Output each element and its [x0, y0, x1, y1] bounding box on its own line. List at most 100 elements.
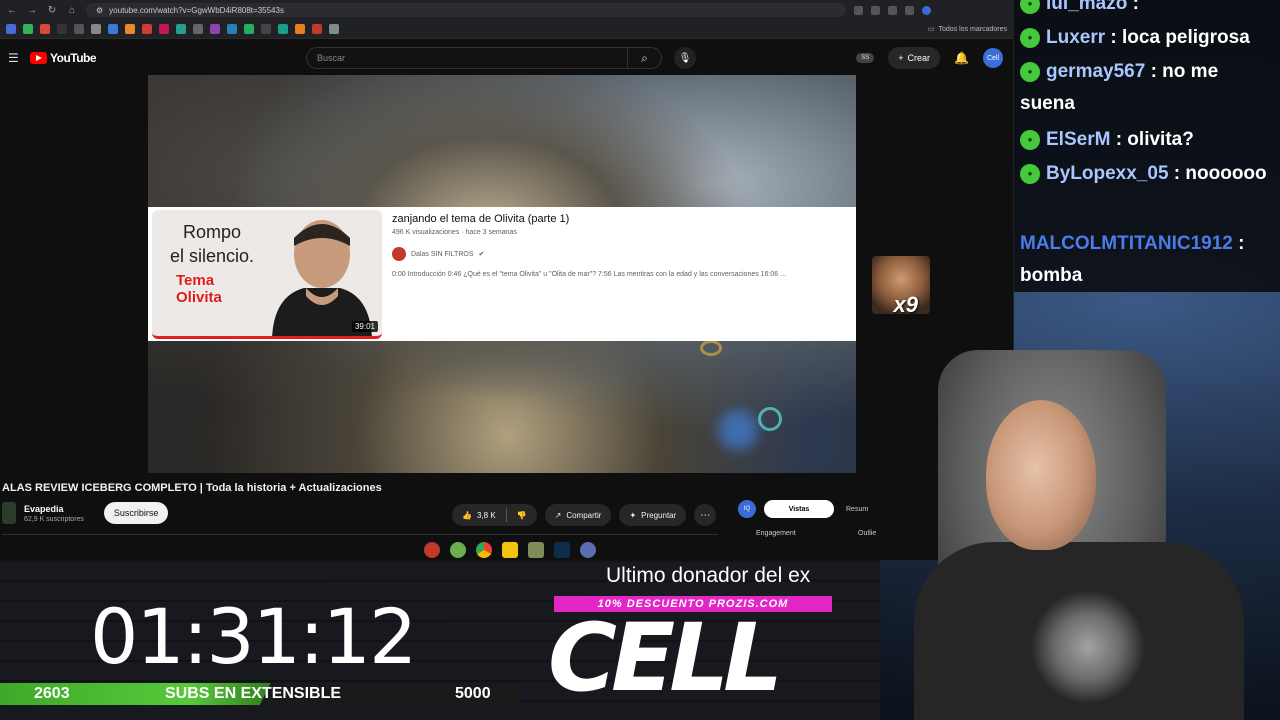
address-bar[interactable]: ⚙ youtube.com/watch?v=GgwWbD4iR808t=3554…: [86, 3, 846, 17]
all-bookmarks-folder[interactable]: ▭ Todos los marcadores: [928, 25, 1007, 34]
bookmark-star-icon[interactable]: [888, 5, 897, 15]
notifications-bell-icon[interactable]: 🔔: [954, 51, 969, 65]
youtube-logo[interactable]: YouTube: [30, 51, 97, 65]
app-icon[interactable]: [580, 542, 596, 558]
bookmark-icon[interactable]: [23, 24, 33, 34]
more-actions-icon[interactable]: ⋯: [694, 504, 717, 526]
iq-badge[interactable]: IQ: [738, 500, 756, 518]
video-card-overlay[interactable]: Rompo el silencio. Tema Olivita 39:01 za…: [148, 207, 856, 341]
channel-avatar: [392, 247, 406, 261]
search-box: ⌕: [306, 47, 662, 69]
youtube-logo-text: YouTube: [50, 51, 97, 65]
channel-avatar[interactable]: [2, 502, 16, 524]
bookmark-icon[interactable]: [244, 24, 254, 34]
chat-username[interactable]: Luxerr: [1046, 27, 1105, 48]
tab-vistas[interactable]: Vistas: [764, 500, 834, 518]
panel-tabs: Vistas Resum: [764, 500, 880, 518]
bookmark-icon[interactable]: [329, 24, 339, 34]
card-channel-name: Dalas SIN FILTROS: [411, 250, 474, 258]
subs-label: SUBS EN EXTENSIBLE: [165, 685, 342, 702]
app-icon[interactable]: [424, 542, 440, 558]
chat-message: ● lul_mazo :: [1020, 0, 1278, 20]
sparkle-icon: ✦: [629, 510, 637, 520]
bookmark-icon[interactable]: [193, 24, 203, 34]
verified-icon: ✔: [478, 251, 485, 258]
chat-username[interactable]: germay567: [1046, 61, 1145, 82]
channel-subscribers: 62,9 K suscriptores: [24, 515, 84, 523]
bookmark-icon[interactable]: [227, 24, 237, 34]
dislike-icon[interactable]: 👎: [517, 511, 527, 520]
microphone-icon[interactable]: 🎙: [674, 47, 696, 69]
like-icon[interactable]: 👍: [462, 511, 472, 520]
extension-icon[interactable]: [905, 5, 914, 15]
plus-icon: +: [898, 53, 904, 63]
last-donor-ticker: Ultimo donador del ex: [606, 564, 811, 587]
channel-row: Evapedia 62,9 K suscriptores Suscribirse: [2, 502, 169, 524]
chat-username[interactable]: ByLopexx_05: [1046, 163, 1169, 184]
search-icon[interactable]: ⌕: [627, 48, 661, 68]
app-icon[interactable]: [450, 542, 466, 558]
video-player[interactable]: Rompo el silencio. Tema Olivita 39:01 za…: [148, 75, 856, 473]
back-icon[interactable]: ←: [6, 5, 18, 16]
chat-username[interactable]: lul_mazo: [1046, 0, 1127, 14]
chat-username[interactable]: MALCOLMTITANIC1912: [1020, 233, 1233, 254]
chat-username[interactable]: ElSerM: [1046, 129, 1110, 150]
card-meta: 496 K visualizaciones · hace 3 semanas: [392, 229, 517, 236]
chat-text: : loca peligrosa: [1105, 27, 1250, 48]
bookmark-icon[interactable]: [312, 24, 322, 34]
forward-icon[interactable]: →: [26, 5, 38, 16]
chat-text: :: [1127, 0, 1139, 14]
bookmark-icon[interactable]: [295, 24, 305, 34]
stream-frame: ← → ↻ ⌂ ⚙ youtube.com/watch?v=GgwWbD4iR8…: [0, 0, 1280, 720]
bookmark-icon[interactable]: [159, 24, 169, 34]
card-title[interactable]: zanjando el tema de Olivita (parte 1): [392, 213, 569, 225]
card-channel[interactable]: Dalas SIN FILTROS ✔: [392, 247, 484, 261]
share-icon: ↗: [554, 510, 562, 520]
bookmark-icon[interactable]: [125, 24, 135, 34]
chrome-icon[interactable]: [476, 542, 492, 558]
bookmark-icon[interactable]: [6, 24, 16, 34]
ask-button[interactable]: ✦ Preguntar: [619, 504, 687, 526]
account-avatar[interactable]: Cell: [983, 48, 1003, 68]
channel-name[interactable]: Evapedia: [24, 504, 84, 514]
share-button[interactable]: ↗ Compartir: [544, 504, 612, 526]
card-thumbnail[interactable]: Rompo el silencio. Tema Olivita 39:01: [152, 210, 382, 339]
site-info-icon[interactable]: ⚙: [96, 6, 103, 15]
profile-icon[interactable]: [922, 5, 931, 15]
video-blur-ring: [700, 340, 722, 356]
like-count[interactable]: 3,8 K: [477, 511, 496, 520]
outlier-label: Outlie: [858, 530, 877, 537]
bookmark-icon[interactable]: [108, 24, 118, 34]
reload-icon[interactable]: ↻: [46, 5, 58, 16]
create-button[interactable]: + Crear: [888, 47, 941, 69]
chat-panel: ● lul_mazo : ● Luxerr : loca peligrosa ● germ…: [1014, 0, 1280, 292]
video-blur-light: [718, 410, 758, 450]
tab-resumen[interactable]: Resum: [838, 500, 876, 518]
youtube-header: ☰ YouTube ⌕ 🎙 SS + Crear 🔔 Cell: [0, 39, 1013, 77]
all-bookmarks-label: Todos los marcadores: [938, 25, 1007, 33]
divider: [2, 534, 718, 535]
bookmark-icon[interactable]: [142, 24, 152, 34]
divider: [505, 508, 507, 522]
home-icon[interactable]: ⌂: [66, 5, 78, 16]
bookmark-icon[interactable]: [261, 24, 271, 34]
menu-icon[interactable]: ☰: [8, 51, 19, 65]
bookmark-icon[interactable]: [57, 24, 67, 34]
extension-icon[interactable]: [871, 5, 880, 15]
chat-badge-icon: ●: [1020, 163, 1040, 184]
subscribe-button[interactable]: Suscribirse: [103, 502, 169, 524]
bookmark-icon[interactable]: [176, 24, 186, 34]
thumbnail-text-line1: Rompo: [182, 222, 242, 242]
folder-icon[interactable]: [502, 542, 518, 558]
ss-badge[interactable]: SS: [856, 53, 875, 63]
search-input[interactable]: [307, 53, 627, 63]
photoshop-icon[interactable]: [554, 542, 570, 558]
bookmark-icon[interactable]: [74, 24, 84, 34]
bookmark-icon[interactable]: [210, 24, 220, 34]
engagement-label: Engagement: [756, 530, 796, 537]
extension-icon[interactable]: [854, 5, 863, 15]
app-icon[interactable]: [528, 542, 544, 558]
bookmark-icon[interactable]: [91, 24, 101, 34]
bookmark-icon[interactable]: [278, 24, 288, 34]
bookmark-icon[interactable]: [40, 24, 50, 34]
